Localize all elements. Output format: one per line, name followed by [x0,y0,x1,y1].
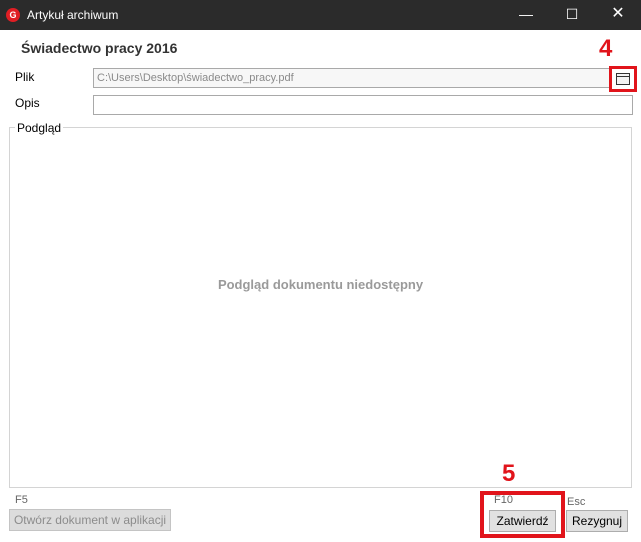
preview-unavailable-text: Podgląd dokumentu niedostępny [217,277,424,292]
title-bar: G Artykuł archiwum — ☐ ✕ [0,0,641,30]
close-button[interactable]: ✕ [595,0,641,30]
folder-browse-icon [616,73,630,85]
window-title: Artykuł archiwum [27,8,119,22]
page-title: Świadectwo pracy 2016 [21,40,178,56]
open-in-app-button[interactable]: Otwórz dokument w aplikacji [9,509,171,531]
description-label: Opis [15,96,40,110]
minimize-button[interactable]: — [503,0,549,30]
preview-legend: Podgląd [15,121,64,135]
description-field[interactable] [93,95,633,115]
confirm-shortcut-label: F10 [494,494,513,506]
cancel-button[interactable]: Rezygnuj [566,510,628,532]
preview-panel [9,127,632,488]
step-4-marker: 4 [599,35,613,62]
cancel-shortcut-label: Esc [567,496,586,508]
maximize-button[interactable]: ☐ [549,0,595,30]
step-5-marker: 5 [502,460,516,487]
app-logo-icon: G [6,8,20,22]
open-shortcut-label: F5 [15,494,28,506]
file-path-field[interactable]: C:\Users\Desktop\świadectwo_pracy.pdf [93,68,610,88]
confirm-button[interactable]: Zatwierdź [489,510,556,532]
browse-file-button[interactable] [609,66,637,92]
file-label: Plik [15,70,35,84]
